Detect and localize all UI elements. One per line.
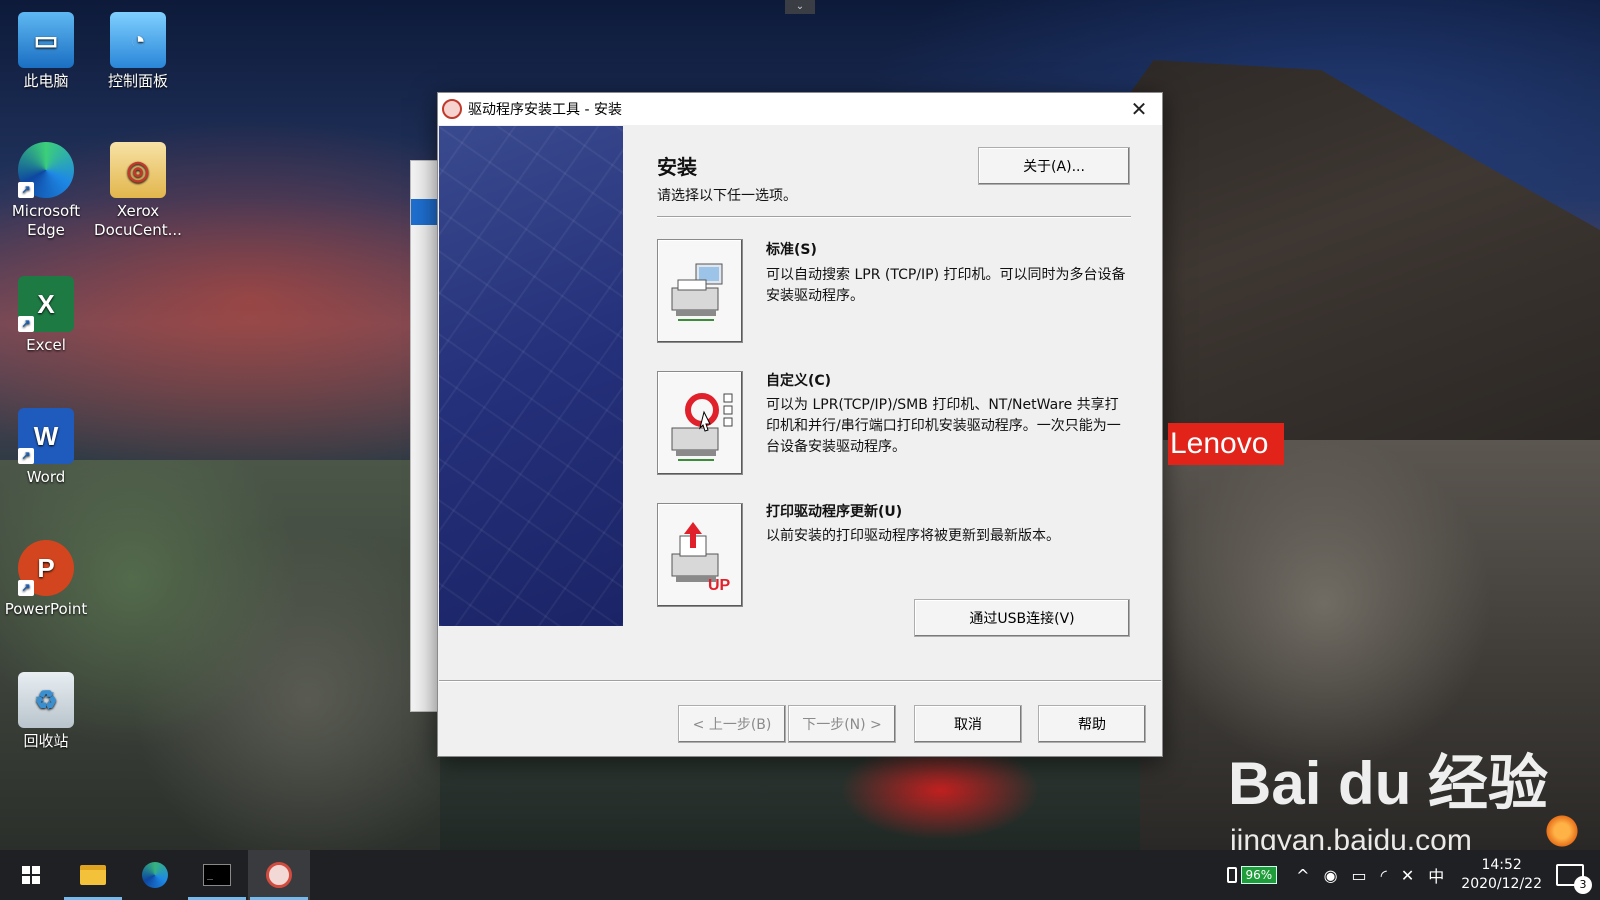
control-panel-icon: ◔ bbox=[110, 12, 166, 68]
desktop-icon-label: Word bbox=[26, 468, 66, 486]
about-button[interactable]: 关于(A)... bbox=[978, 147, 1130, 185]
computer-icon: ▭ bbox=[18, 12, 74, 68]
desktop-icon-label: 回收站 bbox=[23, 732, 69, 750]
shortcut-arrow-icon: ↗ bbox=[18, 580, 34, 596]
volume-muted-icon[interactable]: ✕ bbox=[1401, 866, 1414, 885]
desktop-icon-label: 控制面板 bbox=[107, 72, 168, 90]
ime-indicator[interactable]: 中 bbox=[1428, 863, 1444, 887]
shortcut-arrow-icon: ↗ bbox=[18, 448, 34, 464]
usb-connect-button[interactable]: 通过USB连接(V) bbox=[914, 599, 1130, 637]
xerox-app-icon bbox=[266, 862, 292, 888]
desktop-icon-recycle-bin[interactable]: ♻ 回收站 bbox=[0, 672, 92, 751]
edge-icon: ↗ bbox=[18, 142, 74, 198]
clock-time: 14:52 bbox=[1481, 857, 1522, 873]
printer-computer-icon bbox=[671, 263, 723, 321]
desktop-icon-word[interactable]: W ↗ Word bbox=[0, 408, 92, 487]
close-icon: ✕ bbox=[1130, 97, 1148, 121]
chevron-up-icon[interactable]: ^ bbox=[1296, 866, 1309, 885]
battery-indicator[interactable]: 96% bbox=[1226, 866, 1278, 884]
background-rocks-left bbox=[0, 460, 440, 860]
desktop-icon-label: Excel bbox=[26, 336, 66, 354]
update-option-title[interactable]: 打印驱动程序更新(U) bbox=[766, 501, 902, 521]
standard-option-description: 可以自动搜索 LPR (TCP/IP) 打印机。可以同时为多台设备安装驱动程序。 bbox=[766, 267, 1126, 304]
desktop-icon-label: Microsoft Edge bbox=[11, 202, 81, 239]
desktop-icon-this-pc[interactable]: ▭ 此电脑 bbox=[0, 12, 92, 91]
custom-option-button[interactable] bbox=[657, 371, 743, 475]
installer-dialog: 驱动程序安装工具 - 安装 ✕ 安装 请选择以下任一选项。 关于(A)... 标… bbox=[437, 92, 1163, 757]
taskbar: _ 96% ^ ◉ ▭ ◜ ✕ 中 14:52 2020/12/22 3 bbox=[0, 850, 1600, 900]
desktop-icon-xerox[interactable]: ◎ Xerox DocuCent... bbox=[92, 142, 184, 240]
update-icon-label: UP bbox=[708, 577, 731, 594]
custom-option-description: 可以为 LPR(TCP/IP)/SMB 打印机、NT/NetWare 共享打印机… bbox=[766, 397, 1121, 455]
cancel-button[interactable]: 取消 bbox=[914, 705, 1022, 743]
desktop-icon-label: PowerPoint bbox=[4, 600, 88, 618]
security-icon[interactable]: ◉ bbox=[1324, 866, 1338, 885]
powerpoint-icon: P ↗ bbox=[18, 540, 74, 596]
desktop-icon-label: 此电脑 bbox=[23, 72, 69, 90]
clock[interactable]: 14:52 2020/12/22 bbox=[1461, 856, 1542, 894]
standard-option-button[interactable] bbox=[657, 239, 743, 343]
close-button[interactable]: ✕ bbox=[1116, 93, 1162, 125]
taskbar-xerox-installer[interactable] bbox=[248, 850, 310, 900]
desktop-icon-label: Xerox DocuCent... bbox=[94, 202, 182, 239]
lenovo-logo: Lenovo bbox=[1168, 423, 1284, 465]
edge-icon bbox=[142, 862, 168, 888]
recycle-bin-icon: ♻ bbox=[18, 672, 74, 728]
notification-count: 3 bbox=[1574, 876, 1592, 894]
xerox-folder-icon: ◎ bbox=[110, 142, 166, 198]
battery-plug-icon bbox=[1226, 867, 1237, 883]
baidu-watermark-logo: Bai du 经验 bbox=[1228, 750, 1549, 817]
clock-date: 2020/12/22 bbox=[1461, 876, 1542, 892]
chevron-down-icon[interactable]: ⌄ bbox=[785, 0, 815, 14]
taskbar-command-prompt[interactable]: _ bbox=[186, 850, 248, 900]
footer-divider bbox=[439, 680, 1161, 682]
help-button[interactable]: 帮助 bbox=[1038, 705, 1146, 743]
sun-icon bbox=[1544, 813, 1580, 849]
shortcut-arrow-icon: ↗ bbox=[18, 316, 34, 332]
page-title: 安装 bbox=[657, 155, 697, 179]
update-option-button[interactable]: UP bbox=[657, 503, 743, 607]
dialog-titlebar[interactable]: 驱动程序安装工具 - 安装 ✕ bbox=[438, 93, 1162, 125]
standard-option-title[interactable]: 标准(S) bbox=[766, 239, 817, 259]
excel-icon: X ↗ bbox=[18, 276, 74, 332]
battery-icon[interactable]: ▭ bbox=[1352, 866, 1367, 885]
printer-update-icon: UP bbox=[671, 522, 731, 594]
taskbar-edge[interactable] bbox=[124, 850, 186, 900]
page-subtitle: 请选择以下任一选项。 bbox=[657, 188, 797, 204]
header-divider bbox=[657, 216, 1131, 218]
wifi-icon[interactable]: ◜ bbox=[1381, 866, 1387, 885]
dialog-title: 驱动程序安装工具 - 安装 bbox=[468, 102, 622, 118]
desktop-icon-control-panel[interactable]: ◔ 控制面板 bbox=[92, 12, 184, 91]
word-icon: W ↗ bbox=[18, 408, 74, 464]
printer-custom-icon bbox=[671, 393, 733, 461]
desktop-icon-excel[interactable]: X ↗ Excel bbox=[0, 276, 92, 355]
start-button[interactable] bbox=[0, 850, 62, 900]
battery-percent: 96% bbox=[1240, 866, 1278, 884]
notification-center-button[interactable]: 3 bbox=[1556, 864, 1592, 894]
xerox-app-icon bbox=[442, 99, 462, 119]
dialog-side-banner bbox=[439, 126, 623, 626]
desktop-icon-powerpoint[interactable]: P ↗ PowerPoint bbox=[0, 540, 92, 619]
custom-option-title[interactable]: 自定义(C) bbox=[766, 370, 831, 390]
terminal-icon: _ bbox=[203, 864, 231, 886]
system-tray: 96% ^ ◉ ▭ ◜ ✕ 中 14:52 2020/12/22 3 bbox=[1226, 850, 1600, 900]
next-button[interactable]: 下一步(N) > bbox=[788, 705, 896, 743]
windows-icon bbox=[22, 866, 40, 884]
update-option-description: 以前安装的打印驱动程序将被更新到最新版本。 bbox=[766, 528, 1060, 544]
back-button[interactable]: < 上一步(B) bbox=[678, 705, 786, 743]
folder-icon bbox=[80, 865, 106, 885]
taskbar-file-explorer[interactable] bbox=[62, 850, 124, 900]
desktop-icon-edge[interactable]: ↗ Microsoft Edge bbox=[0, 142, 92, 240]
shortcut-arrow-icon: ↗ bbox=[18, 182, 34, 198]
